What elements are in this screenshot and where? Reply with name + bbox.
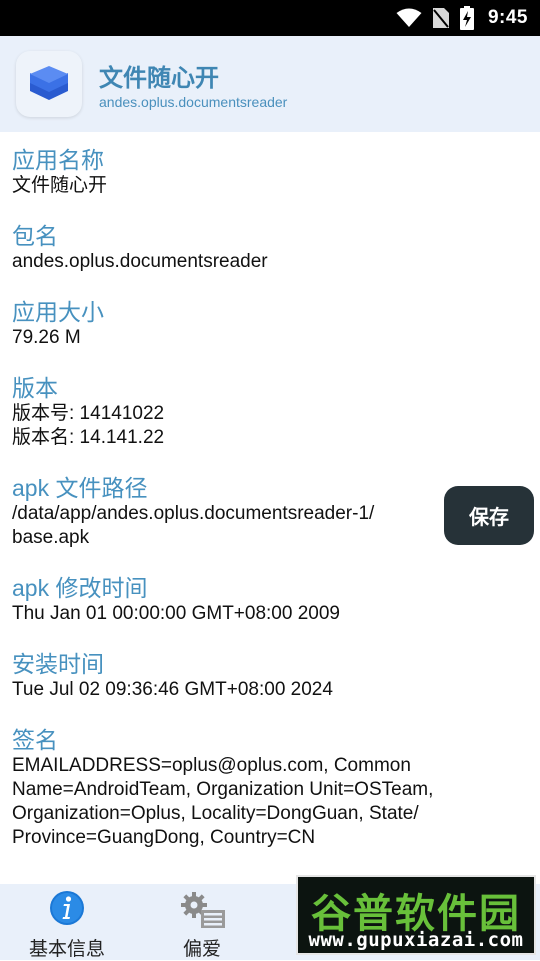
- section-value: /data/app/andes.oplus.documentsreader-1/…: [12, 503, 375, 548]
- app-package: andes.oplus.documentsreader: [99, 94, 288, 110]
- app-icon: [16, 51, 82, 117]
- section-label: 安装时间: [12, 651, 104, 677]
- app-title: 文件随心开: [99, 65, 219, 92]
- section-apk-path: apk 文件路径 /data/app/andes.oplus.documents…: [12, 474, 374, 550]
- section-value: andes.oplus.documentsreader: [12, 251, 268, 272]
- section-value: Thu Jan 01 00:00:00 GMT+08:00 2009: [12, 603, 340, 624]
- section-package: 包名 andes.oplus.documentsreader: [12, 222, 268, 274]
- app-header: 文件随心开 andes.oplus.documentsreader: [0, 36, 540, 132]
- wifi-icon: [396, 8, 422, 28]
- nav-item-basic-info[interactable]: 基本信息: [2, 884, 132, 960]
- nav-item-label: 基本信息: [28, 939, 105, 960]
- section-label: 应用名称: [12, 147, 104, 173]
- section-label: apk 文件路径: [12, 475, 148, 501]
- status-time: 9:45: [487, 7, 528, 28]
- nav-item-preferences[interactable]: 偏爱: [137, 884, 267, 960]
- section-value: Tue Jul 02 09:36:46 GMT+08:00 2024: [12, 679, 333, 700]
- section-value: EMAILADDRESS=oplus@oplus.com, Common Nam…: [12, 755, 434, 848]
- section-label: 版本: [12, 375, 58, 401]
- status-icons: 9:45: [396, 0, 528, 36]
- section-app-name: 应用名称 文件随心开: [12, 146, 107, 198]
- section-install-time: 安装时间 Tue Jul 02 09:36:46 GMT+08:00 2024: [12, 650, 333, 702]
- section-signature: 签名 EMAILADDRESS=oplus@oplus.com, Common …: [12, 726, 433, 850]
- section-label: apk 修改时间: [12, 575, 148, 601]
- section-label: 签名: [12, 727, 58, 753]
- section-label: 应用大小: [12, 299, 104, 325]
- no-sim-icon: [432, 7, 450, 29]
- section-version: 版本 版本号: 14141022 版本名: 14.141.22: [12, 374, 164, 450]
- gear-list-icon: [179, 890, 227, 928]
- section-apk-modified: apk 修改时间 Thu Jan 01 00:00:00 GMT+08:00 2…: [12, 574, 340, 626]
- battery-charging-icon: [459, 6, 474, 30]
- section-value: 版本号: 14141022 版本名: 14.141.22: [12, 403, 165, 448]
- watermark-url: www.gupuxiazai.com: [308, 929, 524, 951]
- section-value: 文件随心开: [12, 175, 108, 196]
- status-bar: 9:45: [0, 0, 540, 36]
- info-icon: [49, 890, 85, 926]
- save-button[interactable]: 保存: [444, 486, 534, 545]
- section-size: 应用大小 79.26 M: [12, 298, 104, 350]
- section-label: 包名: [12, 223, 58, 249]
- section-value: 79.26 M: [12, 327, 81, 348]
- watermark-logo: 谷普软件园 www.gupuxiazai.com: [296, 875, 536, 955]
- nav-item-label: 偏爱: [182, 939, 221, 960]
